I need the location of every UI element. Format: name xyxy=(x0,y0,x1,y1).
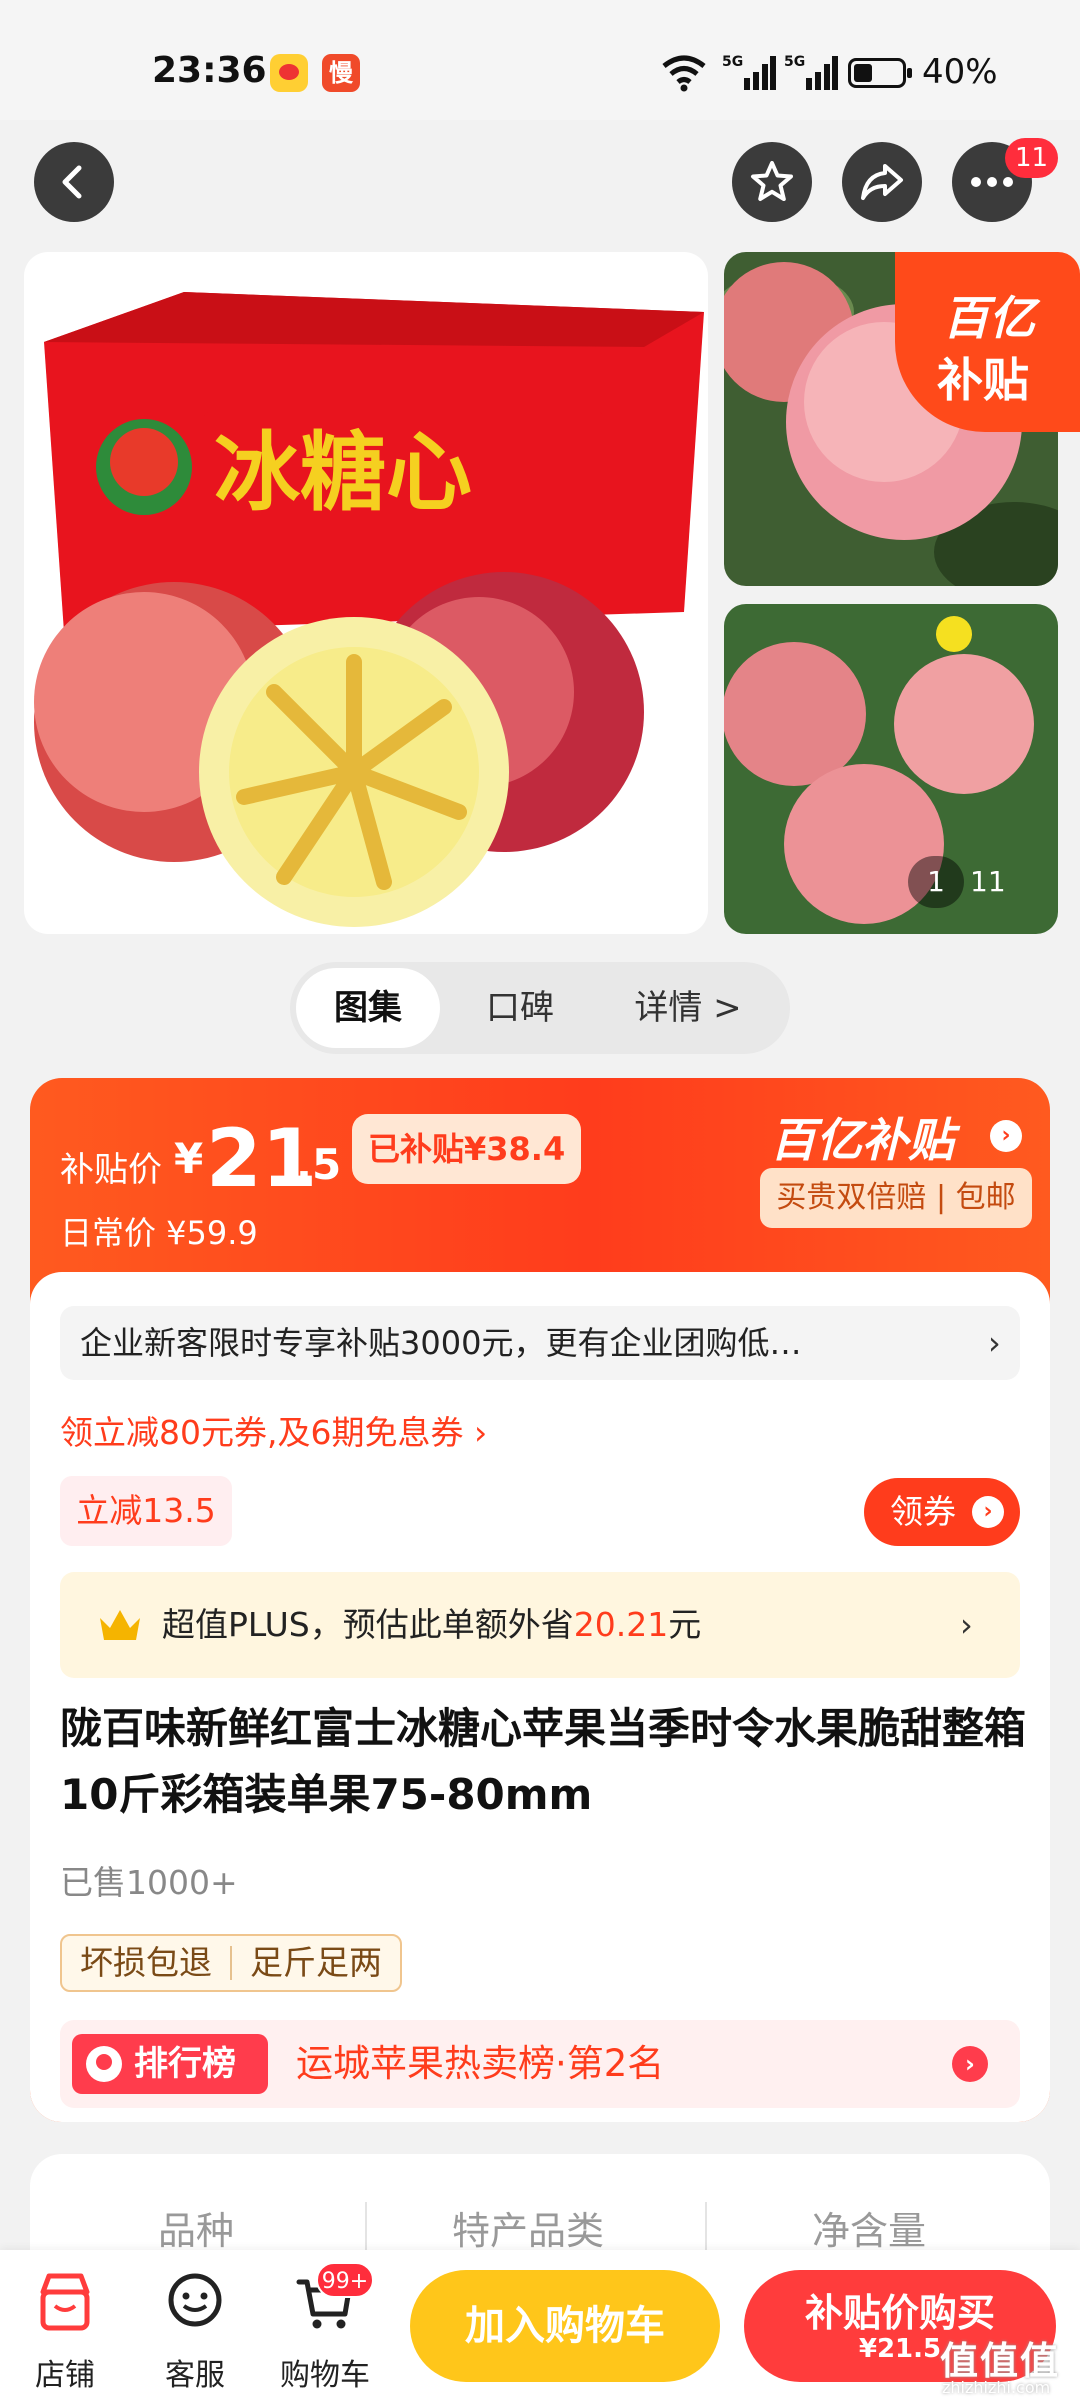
svg-text:冰糖心: 冰糖心 xyxy=(214,423,472,523)
signal-5g-icon-2: 5G xyxy=(784,54,838,90)
spec-category[interactable]: 特产品类 xyxy=(452,2200,604,2255)
chat-icon xyxy=(168,2273,222,2327)
subsidy-corner-line1: 百亿 xyxy=(943,291,1035,345)
plus-text-before: 超值PLUS，预估此单额外省 xyxy=(162,1605,574,1644)
more-dots-icon xyxy=(971,177,1013,187)
price-decimal: .5 xyxy=(296,1140,342,1189)
image-counter-total: 11 xyxy=(970,865,1006,898)
subsidy-program-link[interactable]: 百亿补贴 xyxy=(770,1104,954,1170)
service-tags[interactable]: 坏损包退 足斤足两 xyxy=(60,1934,402,1992)
add-to-cart-button[interactable]: 加入购物车 xyxy=(410,2270,720,2382)
get-coupon-label: 领券 xyxy=(890,1492,956,1531)
cart-label: 购物车 xyxy=(280,2358,370,2393)
notification-badge: 11 xyxy=(1005,138,1059,178)
share-button[interactable] xyxy=(842,142,922,222)
subsidy-corner-line2: 补贴 xyxy=(937,353,1029,407)
divider xyxy=(705,2202,707,2252)
crown-icon xyxy=(100,1610,140,1640)
plus-save-amount: 20.21 xyxy=(573,1605,669,1644)
spec-variety[interactable]: 品种 xyxy=(158,2200,234,2255)
discount-tag: 立减13.5 xyxy=(60,1476,232,1546)
apple-box-image: 冰糖心 xyxy=(34,292,704,927)
share-icon xyxy=(861,164,903,200)
app-notification-icon: 慢 xyxy=(322,54,360,92)
ranking-badge-label: 排行榜 xyxy=(134,2044,236,2084)
medal-icon xyxy=(86,2046,122,2082)
tab-details[interactable]: 详情 > xyxy=(600,968,776,1048)
product-title: 陇百味新鲜红富士冰糖心苹果当季时令水果脆甜整箱 10斤彩箱装单果75-80mm xyxy=(60,1704,1027,1819)
star-icon xyxy=(751,161,793,201)
chevron-right-icon[interactable]: › xyxy=(990,1120,1022,1152)
product-main-image[interactable]: 冰糖心 xyxy=(24,252,708,934)
service-tag-damage: 坏损包退 xyxy=(80,1943,212,1982)
image-counter-current: 1 xyxy=(908,856,964,908)
site-watermark: 值值值 zhizhizhi.com xyxy=(940,2330,1070,2400)
customer-service-label: 客服 xyxy=(165,2358,225,2393)
plus-savings-row[interactable]: 超值PLUS，预估此单额外省20.21元 › xyxy=(60,1572,1020,1678)
watermark-text: 值值值 xyxy=(940,2339,1061,2383)
watermark-url: zhizhizhi.com xyxy=(942,2378,1051,2397)
signal-5g-icon-1: 5G xyxy=(722,54,776,90)
price-currency: ¥ xyxy=(174,1134,204,1183)
store-label: 店铺 xyxy=(35,2358,95,2393)
chevron-right-icon: › xyxy=(952,2046,988,2082)
favorite-button[interactable] xyxy=(732,142,812,222)
image-counter: 1 11 xyxy=(908,856,1038,908)
plus-text-after: 元 xyxy=(668,1605,702,1644)
daily-price: 日常价 ¥59.9 xyxy=(60,1214,258,1252)
sold-count: 已售1000+ xyxy=(60,1863,238,1902)
tab-gallery[interactable]: 图集 xyxy=(296,968,440,1048)
subsidy-corner-badge: 百亿 补贴 xyxy=(895,252,1080,432)
status-bar: 23:36 慢 5G 5G 40% xyxy=(0,0,1080,120)
divider xyxy=(365,2202,367,2252)
tab-reviews[interactable]: 口碑 xyxy=(450,968,590,1048)
ranking-text: 运城苹果热卖榜·第2名 xyxy=(296,2042,665,2085)
chevron-right-icon: › xyxy=(972,1496,1004,1528)
cart-count-badge: 99+ xyxy=(316,2262,374,2298)
back-button[interactable] xyxy=(34,142,114,222)
ranking-badge: 排行榜 xyxy=(72,2034,268,2094)
subsidy-price-label: 补贴价 xyxy=(60,1150,162,1190)
chevron-right-icon: › xyxy=(988,1324,1001,1362)
weibo-icon xyxy=(270,54,308,92)
ranking-row[interactable]: 排行榜 运城苹果热卖榜·第2名 › xyxy=(60,2020,1020,2108)
svg-text:5G: 5G xyxy=(722,54,743,70)
wifi-icon xyxy=(662,55,706,92)
customer-service-button[interactable]: 客服 xyxy=(140,2262,250,2393)
detail-tabs: 图集 口碑 详情 > xyxy=(290,962,790,1054)
status-time: 23:36 xyxy=(152,50,267,91)
service-tag-weight: 足斤足两 xyxy=(250,1943,382,1982)
coupon-link[interactable]: 领立减80元券,及6期免息券 › xyxy=(60,1406,487,1454)
battery-percent: 40% xyxy=(922,52,998,92)
store-button[interactable]: 店铺 xyxy=(10,2262,120,2393)
spec-net-weight[interactable]: 净含量 xyxy=(812,2200,926,2255)
svg-text:5G: 5G xyxy=(784,54,805,70)
store-icon xyxy=(40,2273,90,2331)
enterprise-promo-row[interactable]: 企业新客限时专享补贴3000元，更有企业团购低… xyxy=(60,1306,1020,1380)
plus-savings-text: 超值PLUS，预估此单额外省20.21元 xyxy=(162,1572,701,1678)
chevron-right-icon: › xyxy=(960,1606,973,1644)
subsidy-amount-badge: 已补贴¥38.4 xyxy=(352,1114,582,1184)
price-guarantee: 买贵双倍赔 | 包邮 xyxy=(760,1168,1032,1228)
chevron-left-icon xyxy=(62,165,82,199)
get-coupon-button[interactable]: 领券 › xyxy=(864,1478,1020,1546)
battery-icon xyxy=(848,58,912,88)
buy-now-label: 补贴价购买 xyxy=(804,2291,995,2335)
